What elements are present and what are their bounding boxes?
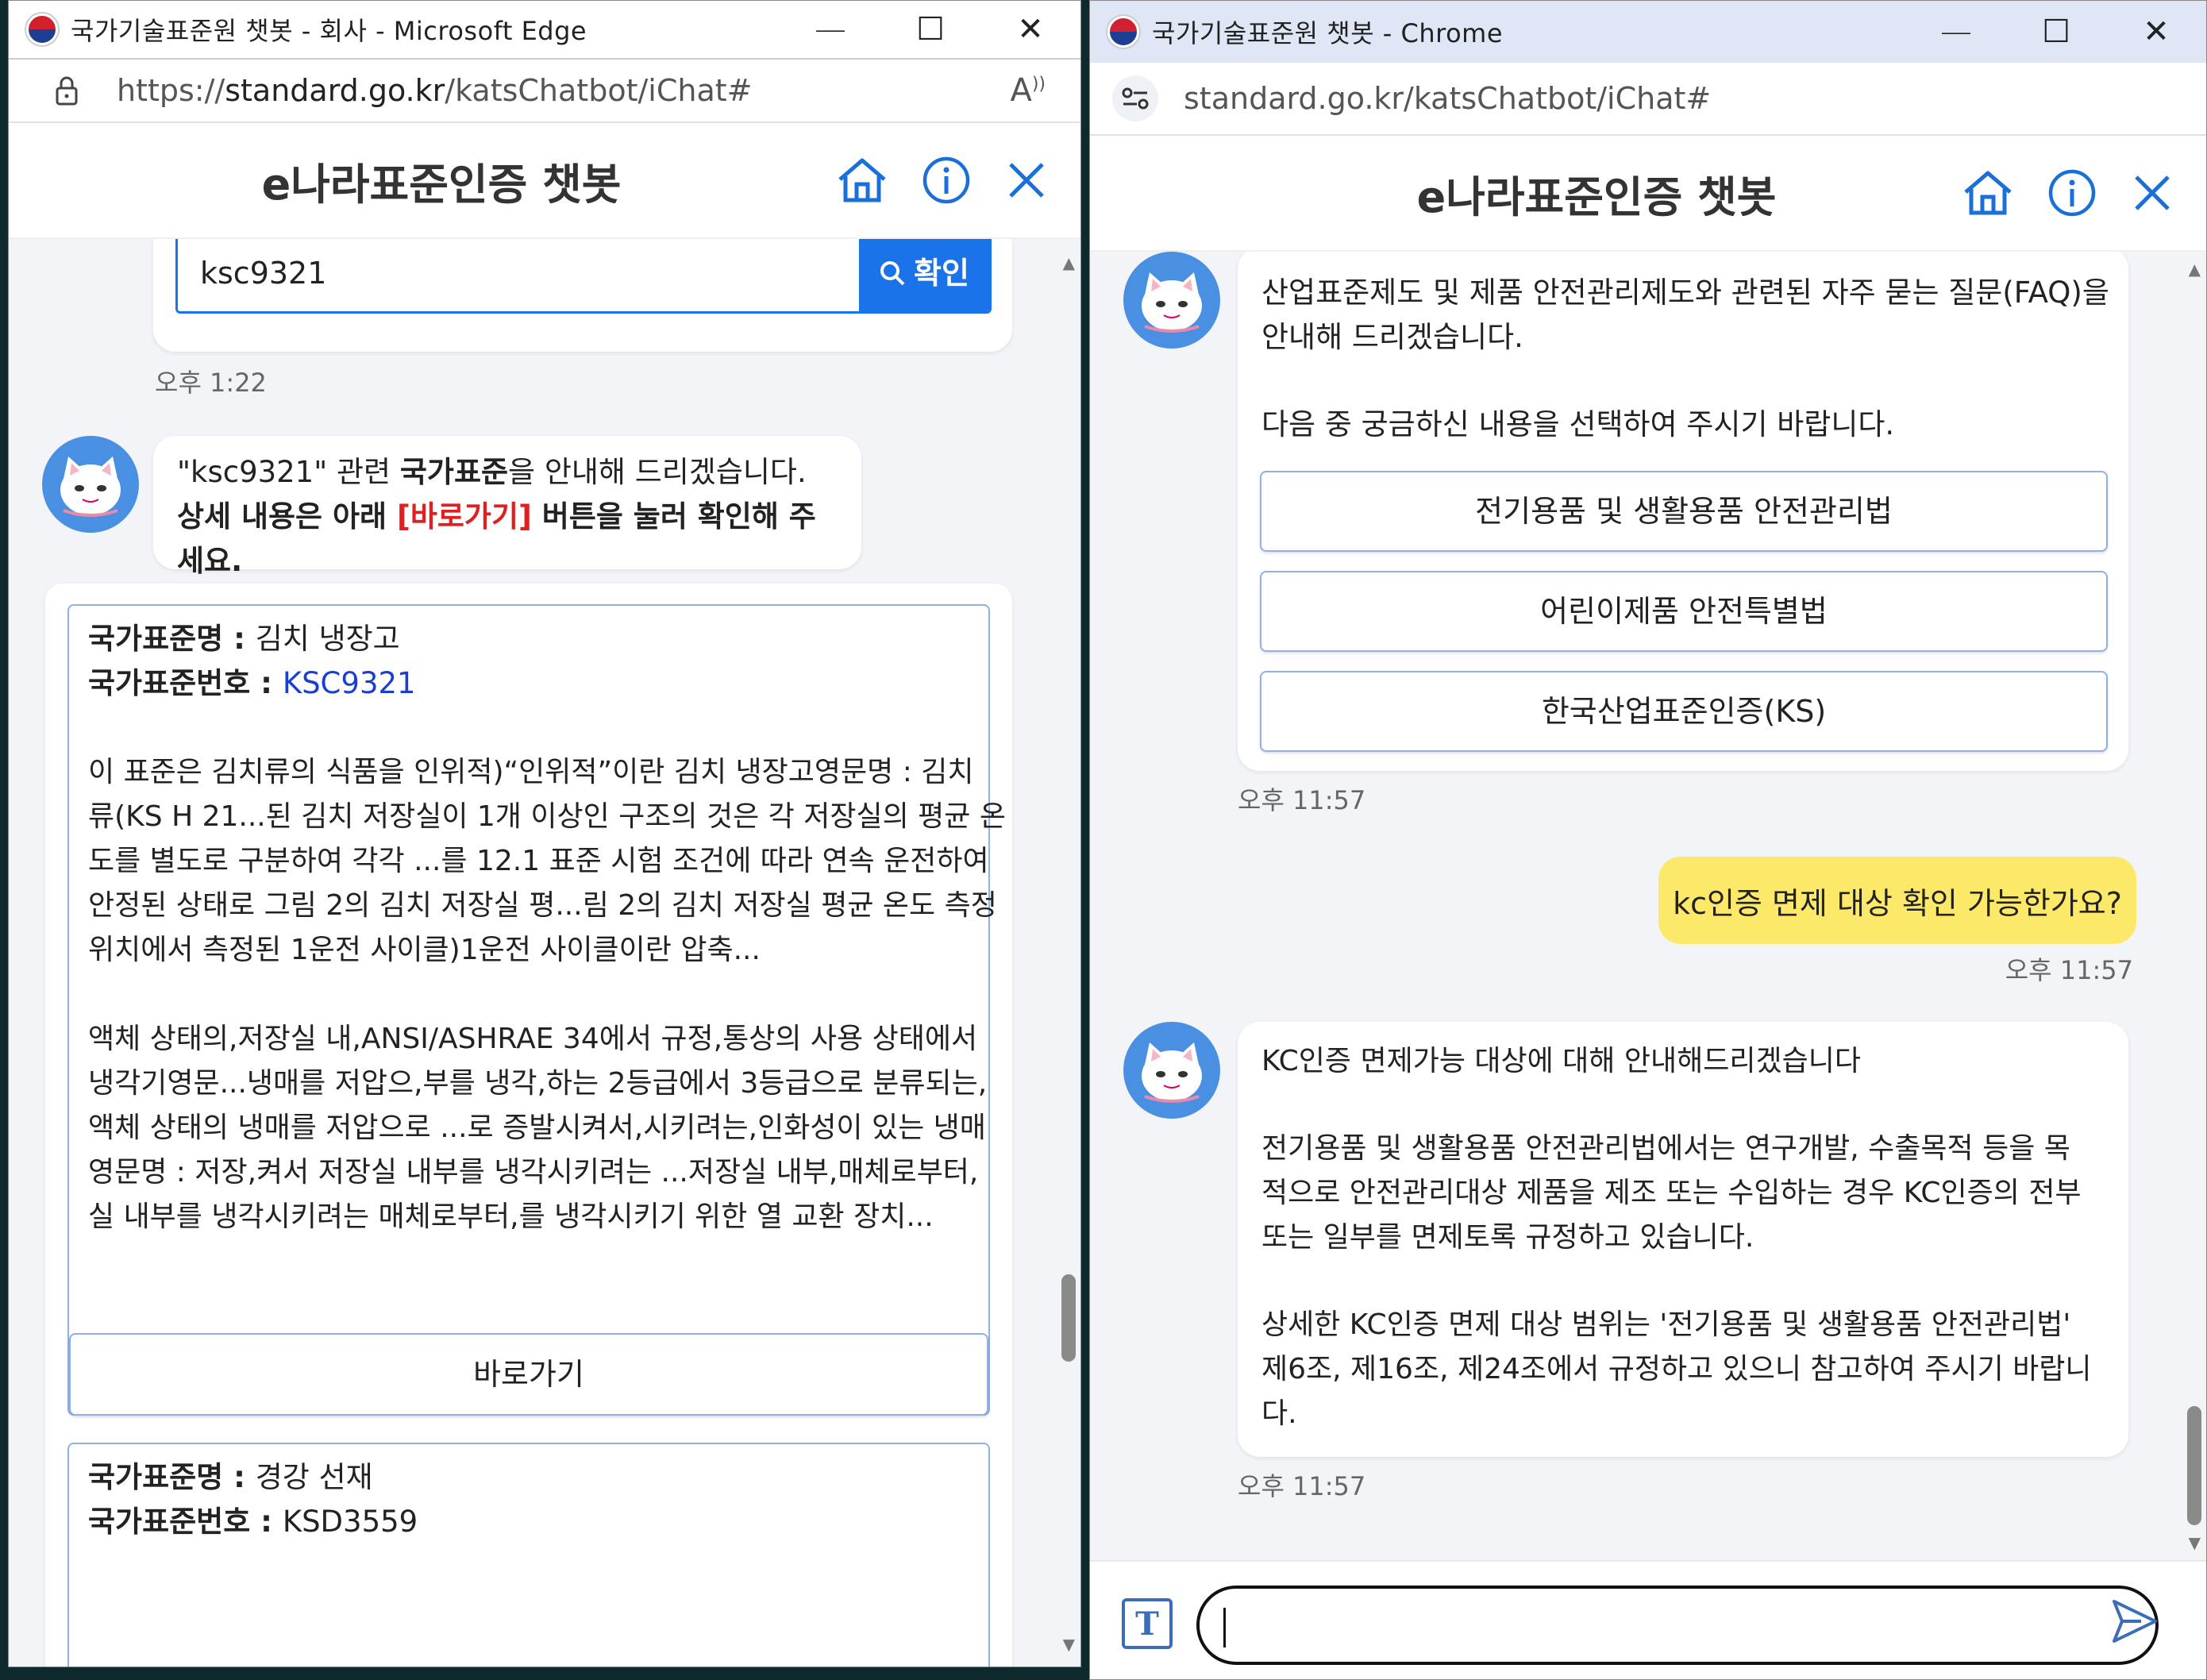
faq-intro-line: 산업표준제도 및 제품 안전관리제도와 관련된 자주 묻는 질문(FAQ)을 — [1261, 276, 2109, 310]
scrollbar[interactable]: ▲ ▼ — [1057, 239, 1080, 1667]
standard-number-row: 국가표준번호 : KSC9321 — [88, 666, 416, 700]
korea-logo-icon — [1107, 16, 1139, 48]
description-line: 위치에서 측정된 1운전 사이클)1운전 사이클이란 압축... — [88, 934, 761, 966]
description-line: 이 표준은 김치류의 식품을 인위적)“인위적”이란 김치 냉장고영문명 : 김… — [88, 756, 974, 788]
option-safety-act[interactable]: 전기용품 및 생활용품 안전관리법 — [1260, 471, 2108, 552]
reply-line-1: "ksc9321" 관련 국가표준을 안내해 드리겠습니다. — [177, 455, 807, 489]
standard-number-row: 국가표준번호 : KSD3559 — [88, 1505, 418, 1539]
close-icon[interactable] — [1004, 158, 1049, 202]
close-icon[interactable] — [2130, 171, 2174, 215]
cat-avatar-icon — [1123, 1022, 1220, 1119]
cat-avatar-icon — [42, 436, 139, 533]
answer-line: 전기용품 및 생활용품 안전관리법에서는 연구개발, 수출목적 등을 목 — [1261, 1132, 2070, 1165]
lock-icon[interactable] — [47, 71, 87, 110]
close-window-button[interactable]: ✕ — [2106, 1, 2206, 63]
chat-input[interactable] — [1196, 1586, 2159, 1665]
maximize-button[interactable]: ☐ — [2006, 1, 2106, 63]
send-icon[interactable] — [2111, 1598, 2159, 1647]
info-icon[interactable] — [2047, 168, 2097, 218]
chat-title: e나라표준인증 챗봇 — [1416, 171, 1777, 222]
standard-name-row: 국가표준명 : 김치 냉장고 — [88, 622, 400, 656]
url-text[interactable]: https://standard.go.kr/katsChatbot/iChat… — [117, 73, 1010, 108]
timestamp: 오후 11:57 — [2005, 955, 2133, 985]
search-input[interactable] — [178, 239, 859, 311]
answer-bubble: KC인증 면제가능 대상에 대해 안내해드리겠습니다 전기용품 및 생활용품 안… — [1238, 1022, 2128, 1457]
answer-line: 제6조, 제16조, 제24조에서 규정하고 있으니 참고하여 주시기 바랍니 — [1261, 1353, 2092, 1385]
chrome-titlebar: 국가기술표준원 챗봇 - Chrome — ☐ ✕ — [1090, 1, 2206, 63]
faq-bubble: 산업표준제도 및 제품 안전관리제도와 관련된 자주 묻는 질문(FAQ)을 안… — [1238, 252, 2128, 771]
description-line: 영문명 : 저장,켜서 저장실 내부를 냉각시키려는 ...저장실 내부,매체로… — [88, 1156, 979, 1189]
cat-avatar-icon — [1123, 252, 1220, 349]
scroll-thumb[interactable] — [1061, 1274, 1076, 1362]
address-bar[interactable]: standard.go.kr/katsChatbot/iChat# — [1090, 63, 2206, 136]
standard-number-link[interactable]: KSC9321 — [283, 666, 416, 700]
faq-intro-line: 안내해 드리겠습니다. — [1261, 320, 1523, 354]
home-icon[interactable] — [1962, 168, 2014, 218]
answer-line: 적으로 안전관리대상 제품을 제조 또는 수입하는 경우 KC인증의 전부 — [1261, 1177, 2082, 1209]
home-icon[interactable] — [836, 156, 888, 205]
info-icon[interactable] — [922, 156, 971, 205]
search-button-label: 확인 — [914, 256, 969, 291]
read-aloud-icon[interactable]: A)) — [1010, 72, 1046, 109]
scrollbar[interactable]: ▲ ▼ — [2182, 252, 2206, 1560]
timestamp: 오후 1:22 — [155, 368, 267, 398]
search-box: 확인 — [175, 239, 992, 314]
timestamp: 오후 11:57 — [1238, 1471, 1366, 1501]
search-icon — [880, 261, 905, 286]
results-container: 국가표준명 : 김치 냉장고 국가표준번호 : KSC9321 이 표준은 김치… — [45, 584, 1012, 1667]
answer-line: KC인증 면제가능 대상에 대해 안내해드리겠습니다 — [1261, 1045, 1861, 1077]
close-window-button[interactable]: ✕ — [980, 1, 1080, 58]
answer-line: 상세한 KC인증 면제 대상 범위는 '전기용품 및 생활용품 안전관리법' — [1261, 1308, 2071, 1341]
edge-titlebar: 국가기술표준원 챗봇 - 회사 - Microsoft Edge — ☐ ✕ — [9, 1, 1080, 58]
option-children-act[interactable]: 어린이제품 안전특별법 — [1260, 571, 2108, 652]
reply-line-2: 상세 내용은 아래 [바로가기] 버튼을 눌러 확인해 주세요. — [177, 499, 816, 578]
description-line: 실 내부를 냉각시키려는 매체로부터,를 냉각시키기 위한 열 교환 장치... — [88, 1200, 934, 1233]
chrome-window: 국가기술표준원 챗봇 - Chrome — ☐ ✕ standard.go.kr… — [1089, 0, 2207, 1680]
description-line: 안정된 상태로 그림 2의 김치 저장실 평...림 2의 김치 저장실 평균 … — [88, 889, 997, 922]
korea-logo-icon — [26, 13, 58, 45]
maximize-button[interactable]: ☐ — [880, 1, 980, 58]
answer-line: 다. — [1261, 1397, 1297, 1430]
user-message-bubble: kc인증 면제 대상 확인 가능한가요? — [1658, 857, 2136, 944]
result-card: 국가표준명 : 김치 냉장고 국가표준번호 : KSC9321 이 표준은 김치… — [67, 604, 1006, 1416]
input-bar: T — [1090, 1560, 2206, 1679]
faq-prompt: 다음 중 궁금하신 내용을 선택하여 주시기 바랍니다. — [1261, 407, 1895, 441]
description-line: 액체 상태의 냉매를 저압으로 ...로 증발시켜서,시키려는,인화성이 있는 … — [88, 1112, 986, 1144]
option-ks-cert[interactable]: 한국산업표준인증(KS) — [1260, 671, 2108, 752]
site-info-icon[interactable] — [1112, 75, 1158, 121]
chat-header: e나라표준인증 챗봇 — [9, 123, 1080, 239]
chat-title: e나라표준인증 챗봇 — [261, 159, 622, 210]
chat-body[interactable]: 산업표준제도 및 제품 안전관리제도와 관련된 자주 묻는 질문(FAQ)을 안… — [1090, 252, 2206, 1560]
window-title: 국가기술표준원 챗봇 - 회사 - Microsoft Edge — [71, 16, 587, 46]
text-caret — [1223, 1608, 1226, 1647]
answer-line: 또는 일부를 면제토록 규정하고 있습니다. — [1261, 1221, 1754, 1254]
address-bar[interactable]: https://standard.go.kr/katsChatbot/iChat… — [9, 58, 1080, 123]
timestamp: 오후 11:57 — [1238, 785, 1366, 815]
goto-button[interactable]: 바로가기 — [69, 1333, 988, 1416]
minimize-button[interactable]: — — [1906, 1, 2006, 63]
search-bubble: 확인 — [153, 239, 1012, 352]
description-line: 도를 별도로 구분하여 각각 ...를 12.1 표준 시험 조건에 따라 연속… — [88, 845, 989, 877]
description-line: 류(KS H 21...된 김치 저장실이 1개 이상인 구조의 것은 각 저장… — [88, 800, 1006, 833]
description-line: 액체 상태의,저장실 내,ANSI/ASHRAE 34에서 규정,통상의 사용 … — [88, 1023, 978, 1055]
scroll-thumb[interactable] — [2187, 1406, 2201, 1525]
chat-body[interactable]: 확인 오후 1:22 "ksc9321" 관련 국가표준을 안내해 드리겠습니다… — [9, 239, 1080, 1667]
chat-header: e나라표준인증 챗봇 — [1090, 136, 2206, 252]
minimize-button[interactable]: — — [780, 1, 880, 58]
edge-window: 국가기술표준원 챗봇 - 회사 - Microsoft Edge — ☐ ✕ h… — [8, 0, 1081, 1667]
result-card: 국가표준명 : 경강 선재 국가표준번호 : KSD3559 — [67, 1443, 990, 1667]
description-line: 냉각기영문...냉매를 저압으,부를 냉각,하는 2등급에서 3등급으로 분류되… — [88, 1067, 988, 1100]
url-text[interactable]: standard.go.kr/katsChatbot/iChat# — [1184, 81, 2206, 116]
bot-reply-bubble: "ksc9321" 관련 국가표준을 안내해 드리겠습니다. 상세 내용은 아래… — [153, 436, 861, 578]
window-title: 국가기술표준원 챗봇 - Chrome — [1152, 18, 1504, 48]
text-mode-icon[interactable]: T — [1122, 1598, 1173, 1649]
standard-name-row: 국가표준명 : 경강 선재 — [88, 1460, 373, 1494]
search-confirm-button[interactable]: 확인 — [859, 239, 989, 311]
